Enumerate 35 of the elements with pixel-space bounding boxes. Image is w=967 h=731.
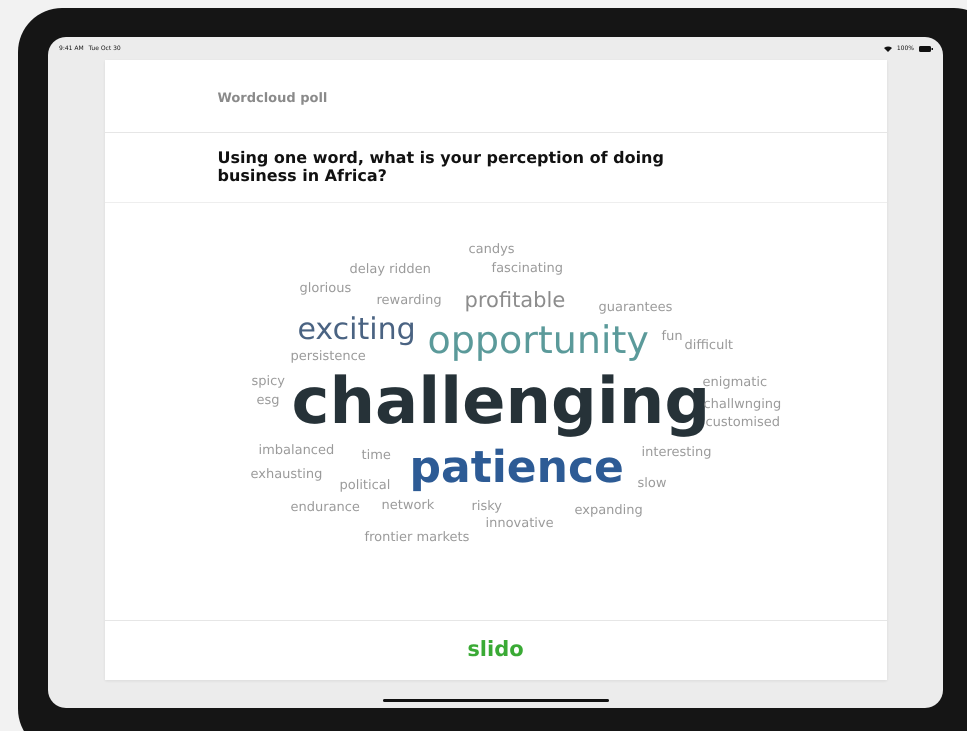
cloud-word: esg — [256, 394, 280, 406]
cloud-word: profitable — [464, 290, 566, 310]
cloud-word: risky — [472, 500, 502, 512]
cloud-word: imbalanced — [258, 444, 334, 456]
poll-type-label: Wordcloud poll — [218, 90, 328, 106]
cloud-word: rewarding — [376, 294, 442, 306]
cloud-word: exciting — [298, 315, 416, 345]
cloud-word: endurance — [290, 500, 360, 514]
cloud-word: innovative — [486, 516, 554, 530]
cloud-word: fascinating — [492, 262, 563, 274]
brand-logo: slido — [467, 636, 524, 662]
cloud-word: frontier markets — [364, 530, 470, 544]
battery-icon — [919, 46, 933, 52]
poll-question: Using one word, what is your perception of doing business in Africa? — [218, 149, 665, 185]
cloud-word: delay ridden — [350, 262, 431, 276]
wifi-icon — [884, 46, 892, 52]
cloud-word: glorious — [300, 282, 352, 294]
cloud-word: network — [382, 498, 434, 512]
cloud-word: difficult — [684, 338, 734, 352]
cloud-word: customised — [706, 416, 780, 428]
cloud-word: candys — [468, 242, 515, 256]
cloud-word: spicy — [252, 374, 285, 388]
cloud-word: persistence — [290, 350, 366, 362]
cloud-word: patience — [410, 446, 624, 490]
cloud-word: slow — [638, 476, 666, 490]
cloud-word: fun — [662, 330, 683, 342]
cloud-word: challwnging — [704, 398, 782, 410]
cloud-word: exhausting — [250, 468, 322, 480]
cloud-word: time — [362, 448, 391, 462]
cloud-word: political — [340, 478, 390, 492]
cloud-word: interesting — [642, 446, 712, 458]
cloud-word: opportunity — [428, 321, 649, 359]
cloud-word: enigmatic — [702, 376, 768, 388]
cloud-word: expanding — [574, 504, 643, 516]
cloud-word: guarantees — [598, 300, 672, 314]
